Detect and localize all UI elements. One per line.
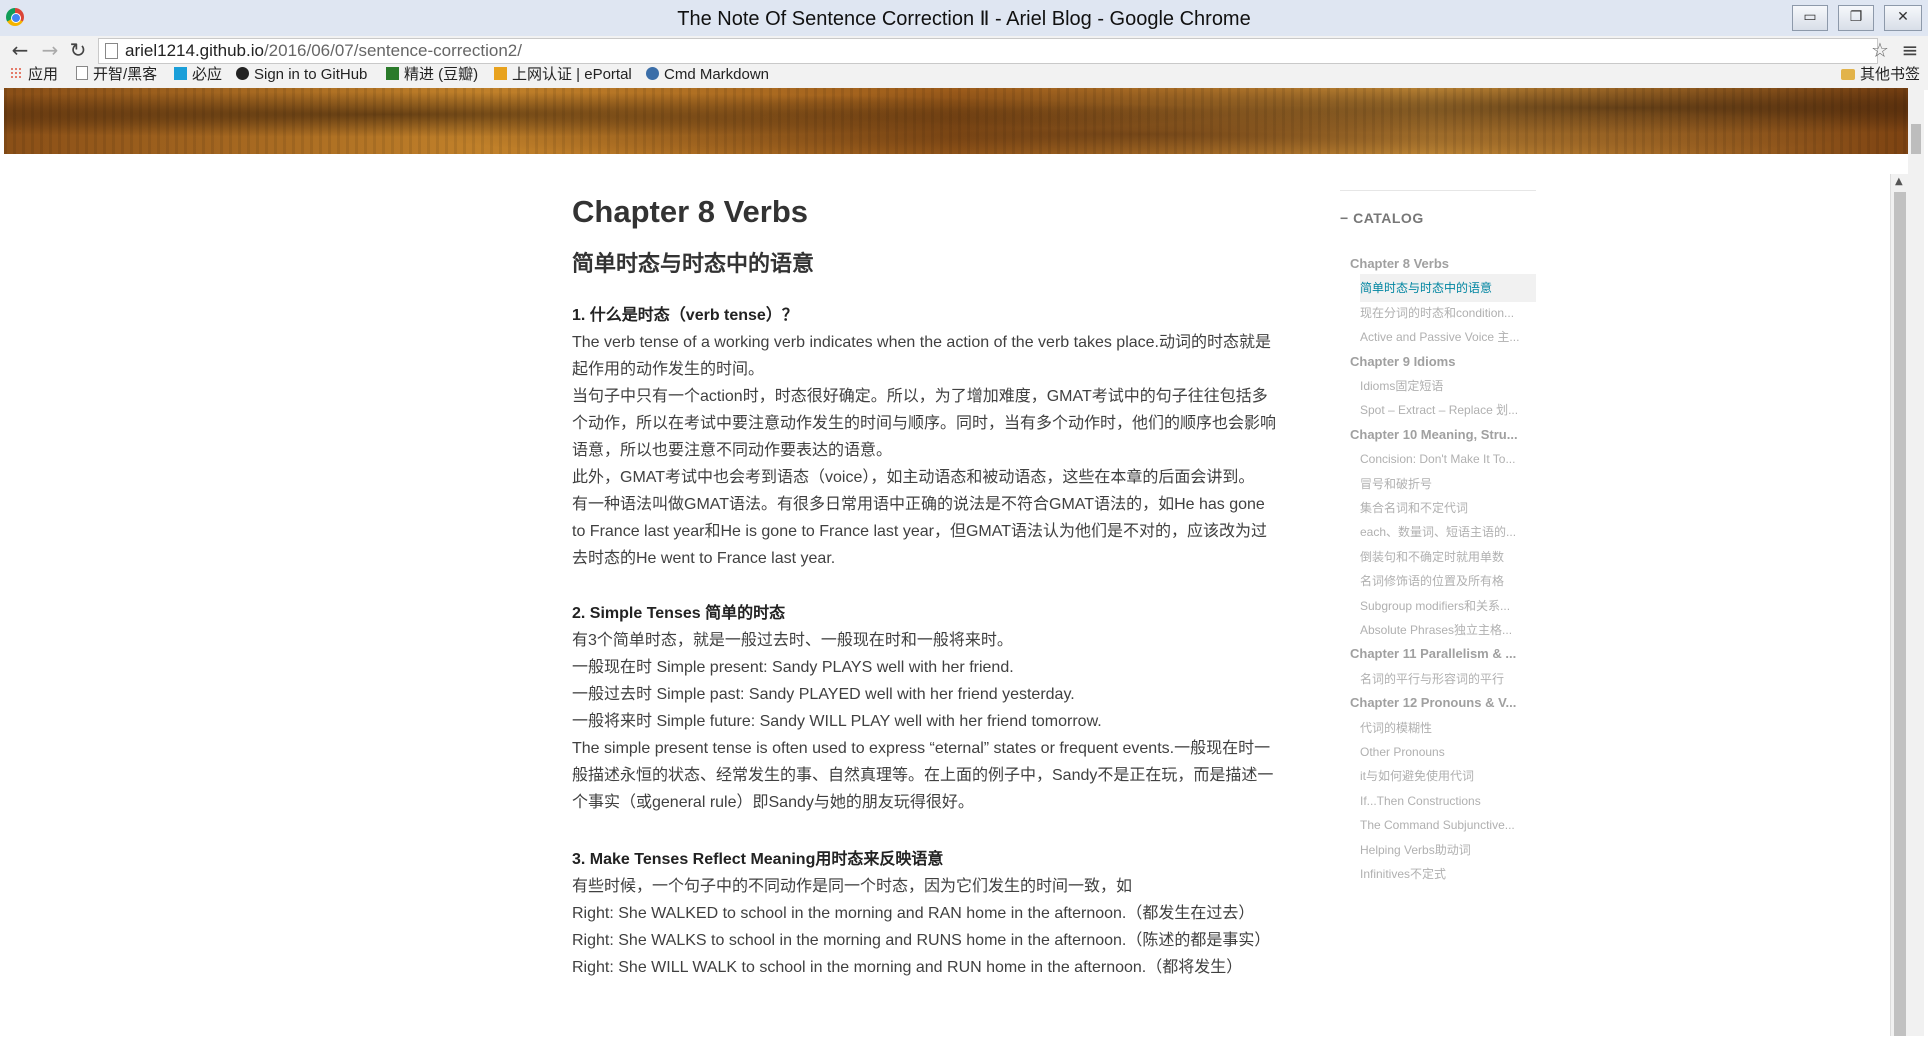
bookmark-cmd-markdown[interactable]: Cmd Markdown bbox=[646, 64, 782, 86]
paragraph-line: 此外，GMAT考试中也会考到语态（voice），如主动语态和被动语态，这些在本章… bbox=[572, 469, 1255, 486]
paragraph-line: 有3个简单时态，就是一般过去时、一般现在时和一般将来时。 bbox=[572, 632, 1013, 649]
section-heading: 1. 什么是时态（verb tense）？ bbox=[572, 307, 798, 324]
section-3: 3. Make Tenses Reflect Meaning用时态来反映语意 有… bbox=[572, 846, 1292, 981]
bing-icon bbox=[174, 67, 187, 80]
catalog-item[interactable]: Chapter 11 Parallelism & ... bbox=[1350, 640, 1530, 668]
header-banner-image bbox=[4, 88, 1908, 154]
close-button[interactable]: ✕ bbox=[1884, 5, 1922, 31]
chrome-menu-icon[interactable]: ≡ bbox=[1898, 36, 1922, 64]
bookmark-bing[interactable]: 必应 bbox=[174, 64, 230, 86]
bookmark-github[interactable]: Sign in to GitHub bbox=[236, 64, 374, 86]
address-bar[interactable]: ariel1214.github.io/2016/06/07/sentence-… bbox=[98, 38, 1878, 64]
page-viewport: Chapter 8 Verbs 简单时态与时态中的语意 1. 什么是时态（ver… bbox=[4, 88, 1908, 1036]
bookmark-eportal[interactable]: 上网认证 | ePortal bbox=[494, 64, 632, 86]
url-path: /2016/06/07/sentence-correction2/ bbox=[263, 41, 522, 60]
catalog-item[interactable]: Chapter 12 Pronouns & V... bbox=[1350, 689, 1530, 717]
catalog-item[interactable]: Infinitives不定式 bbox=[1360, 860, 1530, 888]
minimize-button[interactable]: ▭ bbox=[1792, 5, 1828, 31]
back-arrow-icon[interactable]: ← bbox=[8, 36, 32, 64]
other-bookmarks[interactable]: 其他书签 bbox=[1840, 64, 1920, 86]
paragraph-line: 去时态的He went to France last year. bbox=[572, 550, 836, 567]
catalog-divider bbox=[1340, 190, 1536, 191]
douban-icon bbox=[386, 67, 399, 80]
paragraph-line: 当句子中只有一个action时，时态很好确定。所以，为了增加难度，GMAT考试中… bbox=[572, 388, 1268, 405]
folder-icon bbox=[1840, 69, 1855, 80]
paragraph-line: 有一种语法叫做GMAT语法。有很多日常用语中正确的说法是不符合GMAT语法的，如… bbox=[572, 496, 1265, 513]
section-heading: 3. Make Tenses Reflect Meaning用时态来反映语意 bbox=[572, 851, 944, 868]
catalog-item[interactable]: 简单时态与时态中的语意 bbox=[1360, 274, 1536, 302]
page-scrollbar[interactable] bbox=[1908, 90, 1924, 1036]
section-1: 1. 什么是时态（verb tense）？ The verb tense of … bbox=[572, 302, 1292, 572]
catalog-item[interactable]: The Command Subjunctive... bbox=[1360, 811, 1530, 839]
paragraph-line: The verb tense of a working verb indicat… bbox=[572, 334, 1272, 351]
forward-arrow-icon[interactable]: → bbox=[38, 36, 62, 64]
bookmark-apps[interactable]: 应用 bbox=[10, 64, 62, 86]
catalog-item[interactable]: Spot – Extract – Replace 划... bbox=[1360, 396, 1530, 424]
bookmark-kaizhi[interactable]: 开智/黑客 bbox=[76, 64, 168, 86]
paragraph-line: 般描述永恒的状态、经常发生的事、自然真理等。在上面的例子中，Sandy不是正在玩… bbox=[572, 767, 1274, 784]
chapter-title: Chapter 8 Verbs bbox=[572, 194, 809, 229]
paragraph-line: 个动作，所以在考试中要注意动作发生的时间与顺序。同时，当有多个动作时，他们的顺序… bbox=[572, 415, 1277, 432]
catalog-item[interactable]: Active and Passive Voice 主... bbox=[1360, 323, 1530, 351]
scroll-up-arrow-icon[interactable]: ▲ bbox=[1895, 176, 1903, 187]
paragraph-line: 个事实（或general rule）即Sandy与她的朋友玩得很好。 bbox=[572, 794, 974, 811]
catalog-title[interactable]: − CATALOG bbox=[1340, 210, 1424, 226]
paragraph-line: to France last year和He is gone to France… bbox=[572, 523, 1267, 540]
paragraph-line: The simple present tense is often used t… bbox=[572, 740, 1271, 757]
section-title: 简单时态与时态中的语意 bbox=[572, 251, 815, 276]
apps-grid-icon bbox=[10, 67, 23, 80]
catalog-item[interactable]: Concision: Don't Make It To... bbox=[1360, 445, 1530, 473]
paragraph-line: 有些时候，一个句子中的不同动作是同一个时态，因为它们发生的时间一致，如 bbox=[572, 878, 1133, 895]
reload-icon[interactable]: ↻ bbox=[66, 36, 90, 64]
catalog-item[interactable]: 名词修饰语的位置及所有格 bbox=[1360, 567, 1530, 595]
scrollbar-thumb[interactable] bbox=[1894, 192, 1906, 1036]
page-scrollbar-thumb[interactable] bbox=[1911, 124, 1921, 154]
eportal-icon bbox=[494, 67, 507, 80]
paragraph-line: Right: She WILL WALK to school in the mo… bbox=[572, 959, 1243, 976]
paragraph-line: Right: She WALKED to school in the morni… bbox=[572, 905, 1255, 922]
bookmark-star-icon[interactable]: ☆ bbox=[1868, 36, 1892, 64]
collapse-icon: − bbox=[1340, 210, 1349, 226]
github-icon bbox=[236, 67, 249, 80]
title-bar: The Note Of Sentence Correction Ⅱ - Arie… bbox=[0, 0, 1928, 37]
paragraph-line: 语意，所以也要注意不同动作要表达的语意。 bbox=[572, 442, 893, 459]
section-heading: 2. Simple Tenses 简单的时态 bbox=[572, 605, 786, 622]
paragraph-line: 一般现在时 Simple present: Sandy PLAYS well w… bbox=[572, 659, 1014, 676]
section-2: 2. Simple Tenses 简单的时态 有3个简单时态，就是一般过去时、一… bbox=[572, 600, 1292, 816]
window-title: The Note Of Sentence Correction Ⅱ - Arie… bbox=[677, 8, 1251, 30]
restore-button[interactable]: ❐ bbox=[1838, 5, 1874, 31]
inner-scrollbar[interactable]: ▲ bbox=[1890, 174, 1908, 1036]
paragraph-line: Right: She WALKS to school in the mornin… bbox=[572, 932, 1271, 949]
page-icon bbox=[105, 43, 118, 59]
bookmarks-bar: 应用 开智/黑客 必应 Sign in to GitHub 精进 (豆瓣) 上网… bbox=[0, 62, 1928, 88]
catalog-item[interactable]: each、数量词、短语主语的... bbox=[1360, 518, 1530, 546]
url-host: ariel1214.github.io bbox=[125, 41, 264, 60]
paragraph-line: 起作用的动作发生的时间。 bbox=[572, 361, 765, 378]
paragraph-line: 一般过去时 Simple past: Sandy PLAYED well wit… bbox=[572, 686, 1075, 703]
url-text[interactable]: ariel1214.github.io/2016/06/07/sentence-… bbox=[125, 41, 522, 61]
catalog-item[interactable]: it与如何避免使用代词 bbox=[1360, 762, 1530, 790]
cmd-markdown-icon bbox=[646, 67, 659, 80]
browser-window: The Note Of Sentence Correction Ⅱ - Arie… bbox=[0, 0, 1928, 1040]
bookmark-douban[interactable]: 精进 (豆瓣) bbox=[386, 64, 486, 86]
page-icon bbox=[76, 66, 88, 80]
paragraph-line: 一般将来时 Simple future: Sandy WILL PLAY wel… bbox=[572, 713, 1102, 730]
